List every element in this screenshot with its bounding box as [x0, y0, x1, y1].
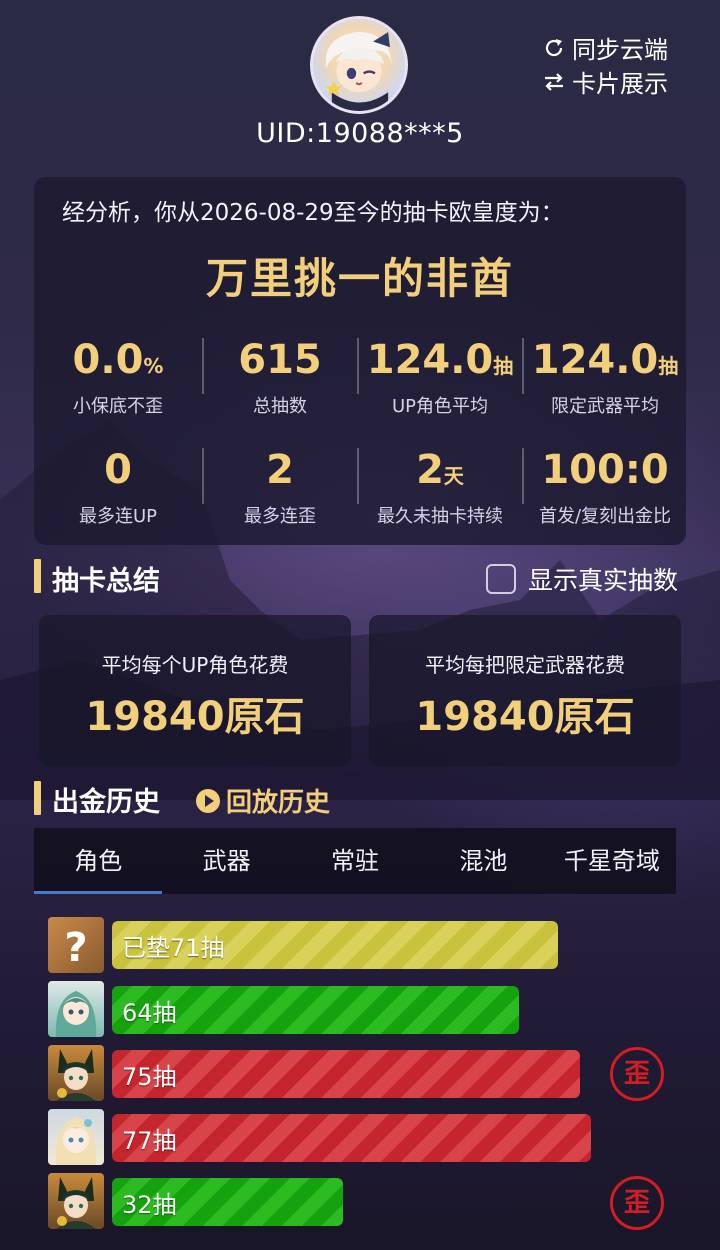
show-real-pulls-label: 显示真实抽数 [528, 566, 679, 595]
tab-character[interactable]: 角色 [34, 828, 163, 894]
sync-cloud-button[interactable]: 同步云端 [542, 30, 668, 65]
pull-bar: 77抽 [112, 1114, 591, 1162]
divider [357, 338, 359, 394]
divider [202, 448, 204, 504]
avg-limited-weapon-cost-card: 平均每把限定武器花费 19840原石 [369, 615, 681, 766]
divider [357, 448, 359, 504]
tab-mixed[interactable]: 混池 [419, 828, 547, 894]
card-display-label: 卡片展示 [572, 70, 668, 98]
pull-count-label: 32抽 [122, 1190, 177, 1219]
tab-weapon[interactable]: 武器 [162, 828, 290, 894]
show-real-pulls-toggle[interactable]: 显示真实抽数 [486, 561, 678, 597]
character-portrait-icon [56, 1177, 96, 1229]
avg-limited-weapon-cost-label: 平均每把限定武器花费 [425, 653, 625, 677]
stat-first-rerun-ratio: 100:0 首发/复刻出金比 [538, 447, 672, 527]
character-portrait-icon [55, 991, 97, 1037]
character-avatar [48, 1045, 104, 1101]
card-display-button[interactable]: 卡片展示 [542, 64, 668, 99]
paimon-avatar-icon [325, 32, 392, 111]
pull-count-label: 77抽 [122, 1126, 177, 1155]
stat-total-pulls: 615 总抽数 [238, 337, 322, 417]
history-tabs: 角色 武器 常驻 混池 千星奇域 [34, 828, 676, 894]
off-banner-badge: 歪 [610, 1047, 664, 1101]
user-avatar[interactable] [310, 16, 408, 114]
stat-small-guarantee: 0.0% 小保底不歪 [72, 337, 164, 417]
stat-longest-no-pull: 2天 最久未抽卡持续 [377, 447, 503, 527]
character-avatar [48, 981, 104, 1037]
character-avatar [48, 1109, 104, 1165]
tab-standard[interactable]: 常驻 [291, 828, 419, 894]
stat-max-consecutive-off: 2 最多连歪 [244, 447, 316, 527]
section-marker [34, 781, 41, 815]
user-uid: UID:19088***5 [256, 118, 464, 149]
summary-section-title: 抽卡总结 [52, 566, 160, 597]
show-real-pulls-checkbox[interactable] [486, 564, 516, 594]
divider [202, 338, 204, 394]
pull-count-label: 64抽 [122, 998, 177, 1027]
refresh-icon [545, 38, 563, 56]
replay-history-button[interactable]: 回放历史 [196, 782, 330, 819]
stat-up-character-avg: 124.0抽 UP角色平均 [366, 337, 514, 417]
play-icon [196, 788, 220, 813]
svg-text:?: ? [64, 925, 87, 971]
pull-bar: 已垫71抽 [112, 921, 558, 969]
replay-history-label: 回放历史 [226, 788, 331, 818]
character-portrait-icon [55, 1117, 97, 1165]
pull-bar: 32抽 [112, 1178, 343, 1226]
divider [522, 338, 524, 394]
avg-up-character-cost-value: 19840原石 [85, 694, 305, 740]
pull-bar: 64抽 [112, 986, 519, 1034]
section-marker [34, 559, 41, 593]
pull-count-label: 已垫71抽 [122, 933, 225, 962]
pull-count-label: 75抽 [122, 1062, 177, 1091]
luck-intro-text: 经分析，你从2026-08-29至今的抽卡欧皇度为： [62, 200, 564, 226]
avg-up-character-cost-card: 平均每个UP角色花费 19840原石 [39, 615, 351, 766]
question-mark-icon: ? [64, 925, 87, 971]
swap-arrows-icon [545, 72, 563, 91]
luck-rating-title: 万里挑一的非酋 [205, 254, 514, 303]
history-section-title: 出金历史 [52, 787, 160, 818]
sync-cloud-label: 同步云端 [572, 36, 668, 64]
character-avatar [48, 1173, 104, 1229]
tab-stellar[interactable]: 千星奇域 [548, 828, 676, 894]
pull-bar: 75抽 [112, 1050, 580, 1098]
avg-limited-weapon-cost-value: 19840原石 [415, 694, 635, 740]
character-portrait-icon [56, 1049, 96, 1101]
off-banner-badge: 歪 [610, 1176, 664, 1230]
stat-limited-weapon-avg: 124.0抽 限定武器平均 [531, 337, 679, 417]
avg-up-character-cost-label: 平均每个UP角色花费 [101, 653, 289, 677]
unknown-character-avatar: ? [48, 917, 104, 973]
stat-max-consecutive-up: 0 最多连UP [78, 447, 158, 527]
divider [522, 448, 524, 504]
